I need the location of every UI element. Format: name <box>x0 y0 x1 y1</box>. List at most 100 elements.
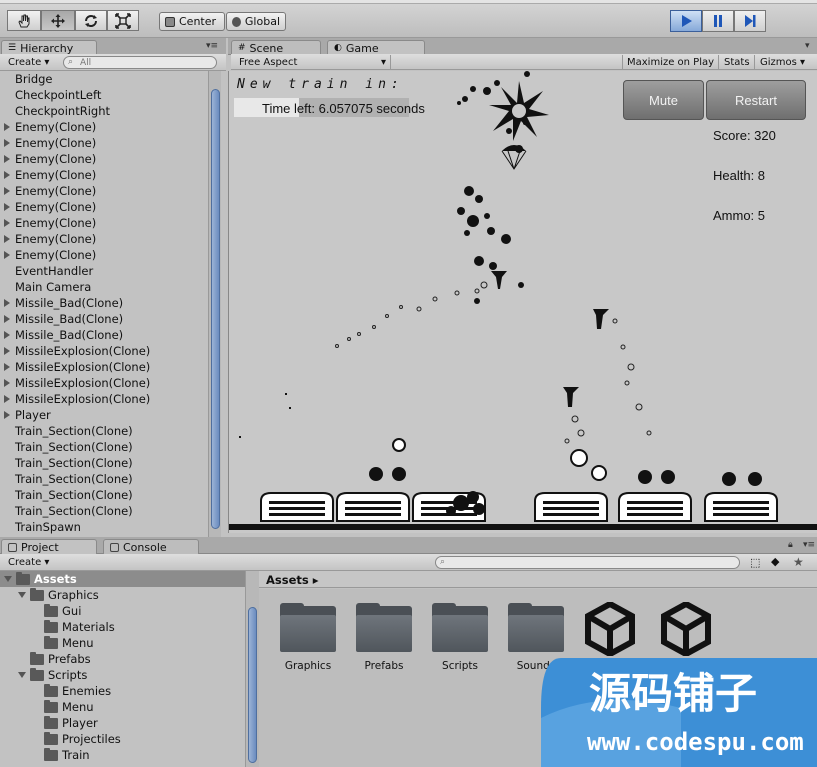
hierarchy-item[interactable]: Enemy(Clone) <box>0 151 208 167</box>
expand-arrow-icon[interactable] <box>4 347 10 355</box>
asset-folder-scripts[interactable]: Scripts <box>425 603 495 672</box>
hierarchy-item[interactable]: Missile_Bad(Clone) <box>0 311 208 327</box>
gizmos-dropdown[interactable]: Gizmos ▾ <box>756 55 809 69</box>
tree-folder-item[interactable]: Player <box>0 715 245 731</box>
hierarchy-item[interactable]: Enemy(Clone) <box>0 167 208 183</box>
hierarchy-item[interactable]: Enemy(Clone) <box>0 135 208 151</box>
game-viewport[interactable]: New train in: Time left: 6.057075 second… <box>228 71 817 533</box>
tab-scene[interactable]: # Scene <box>231 40 321 55</box>
tree-folder-item[interactable]: Menu <box>0 635 245 651</box>
tree-folder-item[interactable]: Gui <box>0 603 245 619</box>
asset-folder-prefabs[interactable]: Prefabs <box>349 603 419 672</box>
expand-arrow-icon[interactable] <box>4 155 10 163</box>
hierarchy-item[interactable]: Missile_Bad(Clone) <box>0 327 208 343</box>
hierarchy-scroll-thumb[interactable] <box>211 89 220 529</box>
hierarchy-item[interactable]: Bridge <box>0 71 208 87</box>
favorites-star-icon[interactable]: ★ <box>793 555 804 569</box>
collapse-arrow-icon[interactable] <box>4 576 12 582</box>
lock-icon[interactable]: 🔒︎ <box>788 540 793 550</box>
expand-arrow-icon[interactable] <box>4 315 10 323</box>
hierarchy-item[interactable]: MissileExplosion(Clone) <box>0 391 208 407</box>
hierarchy-item[interactable]: Train_Section(Clone) <box>0 487 208 503</box>
tree-folder-item[interactable]: Graphics <box>0 587 245 603</box>
pivot-space-button[interactable]: Global <box>226 12 286 31</box>
expand-arrow-icon[interactable] <box>4 299 10 307</box>
tree-folder-item[interactable]: Materials <box>0 619 245 635</box>
hierarchy-item[interactable]: Train_Section(Clone) <box>0 439 208 455</box>
project-create-dropdown[interactable]: Create ▾ <box>4 555 53 569</box>
expand-arrow-icon[interactable] <box>4 235 10 243</box>
stats-toggle[interactable]: Stats <box>720 55 755 69</box>
view-menu-icon[interactable]: ▾ <box>805 41 810 51</box>
hierarchy-create-dropdown[interactable]: Create ▾ <box>4 55 53 69</box>
tab-hierarchy[interactable]: ☰ Hierarchy <box>1 40 97 55</box>
expand-arrow-icon[interactable] <box>4 331 10 339</box>
hierarchy-item[interactable]: MissileExplosion(Clone) <box>0 343 208 359</box>
expand-arrow-icon[interactable] <box>4 139 10 147</box>
hierarchy-item[interactable]: Enemy(Clone) <box>0 231 208 247</box>
assets-breadcrumb[interactable]: Assets ▸ <box>259 571 817 588</box>
expand-arrow-icon[interactable] <box>4 251 10 259</box>
tree-folder-item[interactable]: Enemies <box>0 683 245 699</box>
hierarchy-item[interactable]: TrainSpawn <box>0 519 208 535</box>
tab-game[interactable]: ◐ Game <box>327 40 425 55</box>
collapse-arrow-icon[interactable] <box>18 672 26 678</box>
panel-menu-icon[interactable]: ▾≡ <box>206 41 218 51</box>
hierarchy-item[interactable]: CheckpointRight <box>0 103 208 119</box>
tree-folder-item[interactable]: Projectiles <box>0 731 245 747</box>
maximize-on-play-toggle[interactable]: Maximize on Play <box>622 55 720 69</box>
hierarchy-item[interactable]: MissileExplosion(Clone) <box>0 359 208 375</box>
mute-button[interactable]: Mute <box>623 80 704 120</box>
hierarchy-item[interactable]: EventHandler <box>0 263 208 279</box>
expand-arrow-icon[interactable] <box>4 203 10 211</box>
hierarchy-scrollbar[interactable] <box>208 71 221 537</box>
filter-type-icon[interactable]: ⬚ <box>750 556 760 569</box>
tab-console[interactable]: Console <box>103 539 199 554</box>
play-button[interactable] <box>670 10 702 32</box>
hierarchy-item[interactable]: Player <box>0 407 208 423</box>
filter-label-icon[interactable]: ◆ <box>771 555 779 568</box>
tree-folder-item[interactable]: Prefabs <box>0 651 245 667</box>
rotate-tool-button[interactable] <box>75 10 107 31</box>
asset-folder-graphics[interactable]: Graphics <box>273 603 343 672</box>
hierarchy-item[interactable]: Enemy(Clone) <box>0 247 208 263</box>
hierarchy-item[interactable]: Enemy(Clone) <box>0 199 208 215</box>
tree-folder-item[interactable]: Assets <box>0 571 245 587</box>
expand-arrow-icon[interactable] <box>4 219 10 227</box>
hierarchy-item[interactable]: Enemy(Clone) <box>0 119 208 135</box>
hierarchy-item[interactable]: Main Camera <box>0 279 208 295</box>
collapse-arrow-icon[interactable] <box>18 592 26 598</box>
tree-scrollbar[interactable] <box>245 571 259 767</box>
aspect-dropdown[interactable]: Free Aspect ▾ <box>235 55 391 69</box>
pivot-mode-button[interactable]: Center <box>159 12 225 31</box>
hierarchy-item[interactable]: Train_Section(Clone) <box>0 503 208 519</box>
tab-project[interactable]: Project <box>1 539 97 554</box>
tree-folder-item[interactable]: Train <box>0 747 245 763</box>
hierarchy-item[interactable]: Enemy(Clone) <box>0 183 208 199</box>
expand-arrow-icon[interactable] <box>4 395 10 403</box>
step-button[interactable] <box>734 10 766 32</box>
tree-folder-item[interactable]: Scripts <box>0 667 245 683</box>
hierarchy-item[interactable]: Train_Section(Clone) <box>0 423 208 439</box>
hierarchy-item[interactable]: Missile_Bad(Clone) <box>0 295 208 311</box>
move-tool-button[interactable] <box>41 10 75 31</box>
expand-arrow-icon[interactable] <box>4 187 10 195</box>
hierarchy-item[interactable]: MissileExplosion(Clone) <box>0 375 208 391</box>
pause-button[interactable] <box>702 10 734 32</box>
hierarchy-item[interactable]: Enemy(Clone) <box>0 215 208 231</box>
hierarchy-search-input[interactable]: ⌕ All <box>63 56 217 69</box>
project-search-input[interactable]: ⌕ <box>435 556 740 569</box>
expand-arrow-icon[interactable] <box>4 123 10 131</box>
restart-button[interactable]: Restart <box>706 80 806 120</box>
hand-tool-button[interactable] <box>7 10 41 31</box>
tree-scroll-thumb[interactable] <box>248 607 257 763</box>
project-menu-icon[interactable]: ▾≡ <box>803 540 815 550</box>
tree-folder-item[interactable]: Menu <box>0 699 245 715</box>
scale-tool-button[interactable] <box>107 10 139 31</box>
expand-arrow-icon[interactable] <box>4 411 10 419</box>
expand-arrow-icon[interactable] <box>4 363 10 371</box>
hierarchy-item[interactable]: Train_Section(Clone) <box>0 471 208 487</box>
expand-arrow-icon[interactable] <box>4 171 10 179</box>
expand-arrow-icon[interactable] <box>4 379 10 387</box>
hierarchy-item[interactable]: CheckpointLeft <box>0 87 208 103</box>
